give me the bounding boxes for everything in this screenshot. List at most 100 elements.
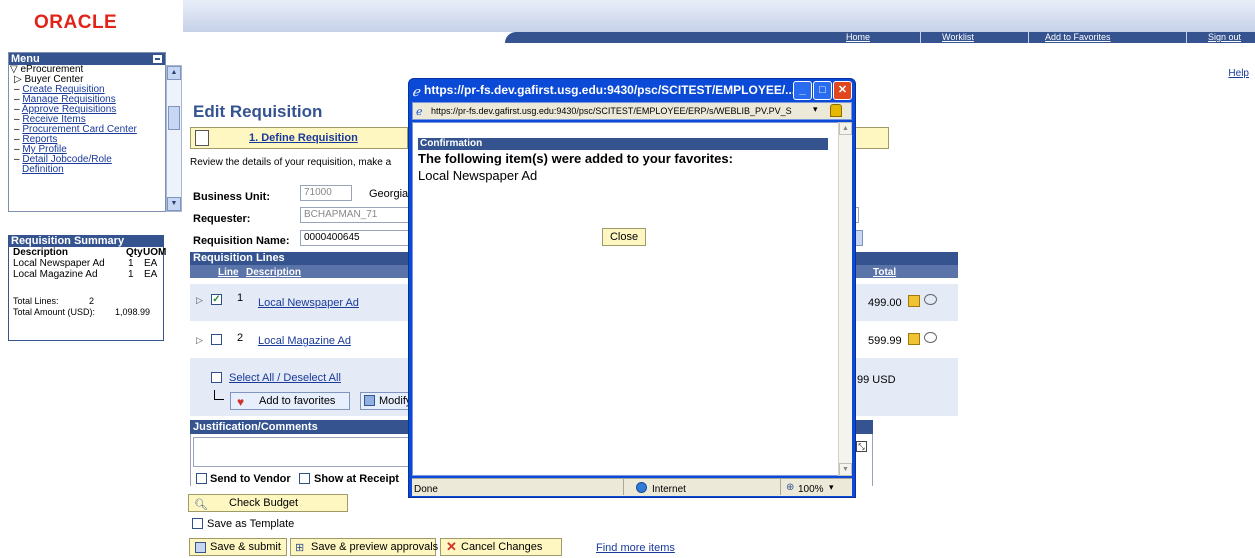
menu-header: Menu xyxy=(9,53,165,65)
nav-worklist-link[interactable]: Worklist xyxy=(942,32,974,43)
send-to-vendor-label: Send to Vendor xyxy=(210,473,291,485)
nav-home-link[interactable]: Home xyxy=(846,32,870,43)
status-text: Done xyxy=(414,484,438,495)
lookup-icon[interactable] xyxy=(855,230,863,246)
comment-icon[interactable] xyxy=(924,294,937,305)
confirmation-message: The following item(s) were added to your… xyxy=(418,151,733,166)
scroll-down-icon[interactable]: ▼ xyxy=(167,197,181,211)
ie-logo-icon: ℯ xyxy=(412,84,420,99)
justification-header-end xyxy=(855,420,873,434)
menu-item-definition[interactable]: Definition xyxy=(22,164,64,175)
scroll-down-icon[interactable]: ▼ xyxy=(839,463,852,476)
oracle-logo: ORACLE xyxy=(34,12,118,33)
save-preview-button[interactable]: ⊞ Save & preview approvals xyxy=(290,538,438,556)
line-description-link[interactable]: Local Magazine Ad xyxy=(258,335,351,347)
save-submit-label: Save & submit xyxy=(210,541,281,553)
col-line[interactable]: Line xyxy=(218,267,239,278)
line-total: 599.99 xyxy=(868,335,902,347)
summary-row: Local Magazine Ad 1 EA xyxy=(9,269,163,280)
scroll-thumb[interactable] xyxy=(168,106,180,130)
modify-button[interactable]: Modify xyxy=(360,392,412,410)
address-bar[interactable]: ℯ https://pr-fs.dev.gafirst.usg.edu:9430… xyxy=(412,102,852,120)
summary-col-description: Description xyxy=(13,247,69,258)
show-at-receipt-checkbox[interactable] xyxy=(299,473,310,484)
col-total[interactable]: Total xyxy=(873,267,896,278)
justification-textarea[interactable] xyxy=(193,437,410,467)
step-banner: 1. Define Requisition xyxy=(190,127,408,149)
cancel-changes-button[interactable]: ✕ Cancel Changes xyxy=(440,538,562,556)
dropdown-arrow-icon[interactable]: ▾ xyxy=(813,104,818,115)
zoom-level[interactable]: 100% xyxy=(798,484,824,495)
minimize-window-icon[interactable]: _ xyxy=(793,81,812,100)
requisition-name-input[interactable]: 0000400645 xyxy=(300,230,410,246)
requisition-lines-header-end xyxy=(855,252,958,265)
menu-scrollbar[interactable]: ▲ ▼ xyxy=(166,65,182,212)
summary-uom: EA xyxy=(144,258,158,269)
requester-field: BCHAPMAN_71 xyxy=(300,207,410,223)
notepad-icon[interactable] xyxy=(908,295,920,307)
nav-signout-link[interactable]: Sign out xyxy=(1208,32,1241,43)
status-divider xyxy=(623,479,624,495)
comment-icon[interactable] xyxy=(924,332,937,343)
line-checkbox[interactable] xyxy=(211,334,222,345)
document-star-icon xyxy=(195,130,209,146)
expand-icon[interactable]: ▷ xyxy=(196,335,203,346)
close-button[interactable]: Close xyxy=(602,228,646,246)
check-budget-label: Check Budget xyxy=(229,497,299,509)
save-submit-button[interactable]: Save & submit xyxy=(189,538,287,556)
magnifier-icon: 🔍︎ xyxy=(194,499,208,511)
line-description-link[interactable]: Local Newspaper Ad xyxy=(258,297,359,309)
scroll-up-icon[interactable]: ▲ xyxy=(167,66,181,80)
line-checkbox[interactable]: ✓ xyxy=(211,294,222,305)
select-all-checkbox[interactable] xyxy=(211,372,222,383)
check-budget-button[interactable]: 🔍︎ Check Budget xyxy=(188,494,348,512)
lock-icon[interactable] xyxy=(830,104,842,117)
requisition-lines-subheader-end xyxy=(855,265,958,278)
nav-add-favorites-link[interactable]: Add to Favorites xyxy=(1045,32,1111,43)
lines-footer-end xyxy=(855,358,958,416)
popup-scrollbar[interactable]: ▲ ▼ xyxy=(838,122,852,476)
help-link[interactable]: Help xyxy=(1228,68,1249,79)
maximize-window-icon[interactable]: □ xyxy=(813,81,832,100)
close-window-icon[interactable]: ✕ xyxy=(833,81,852,100)
total-lines-value: 2 xyxy=(89,296,95,306)
business-unit-desc: Georgia xyxy=(369,188,409,200)
line-total: 499.00 xyxy=(868,297,902,309)
page-title: Edit Requisition xyxy=(193,102,323,121)
summary-qty: 1 xyxy=(128,258,134,269)
line-number: 2 xyxy=(237,332,244,344)
minimize-icon[interactable] xyxy=(153,55,162,63)
total-amount-display: 99 USD xyxy=(857,374,896,386)
save-template-checkbox[interactable] xyxy=(192,518,203,529)
find-more-items-link[interactable]: Find more items xyxy=(596,542,675,554)
top-nav-bar xyxy=(505,32,1255,43)
total-amount-label: Total Amount (USD): xyxy=(13,307,96,317)
add-to-favorites-label: Add to favorites xyxy=(259,395,336,407)
zoom-icon[interactable]: ⊕ xyxy=(786,482,794,493)
expand-icon[interactable]: ▷ xyxy=(196,295,203,306)
scroll-up-icon[interactable]: ▲ xyxy=(839,122,852,135)
requester-label: Requester: xyxy=(193,213,251,225)
requisition-summary: Requisition Summary Description Qty UOM … xyxy=(8,235,166,341)
menu-title: Menu xyxy=(11,53,40,65)
summary-col-qty: Qty xyxy=(126,247,143,258)
step-banner-end xyxy=(855,127,889,149)
col-description[interactable]: Description xyxy=(246,267,301,278)
zoom-dropdown-icon[interactable]: ▾ xyxy=(829,482,834,493)
notepad-icon[interactable] xyxy=(908,333,920,345)
summary-row: Local Newspaper Ad 1 EA xyxy=(9,258,163,269)
select-all-link[interactable]: Select All / Deselect All xyxy=(229,372,341,384)
show-at-receipt-label: Show at Receipt xyxy=(314,473,399,485)
modify-icon xyxy=(364,395,375,406)
business-unit-field: 71000 xyxy=(300,185,352,201)
add-to-favorites-button[interactable]: ♥ Add to favorites xyxy=(230,392,350,410)
status-divider xyxy=(780,479,781,495)
panel-border xyxy=(872,434,873,486)
modify-label: Modify xyxy=(379,395,412,407)
menu-panel: Menu ▽ eProcurement ▷ Buyer Center – Cre… xyxy=(8,52,166,212)
total-amount-value: 1,098.99 xyxy=(115,307,151,317)
expand-text-icon[interactable]: ⤡ xyxy=(856,441,867,452)
send-to-vendor-checkbox[interactable] xyxy=(196,473,207,484)
define-requisition-link[interactable]: 1. Define Requisition xyxy=(249,132,358,144)
total-lines-label: Total Lines: xyxy=(13,296,59,306)
